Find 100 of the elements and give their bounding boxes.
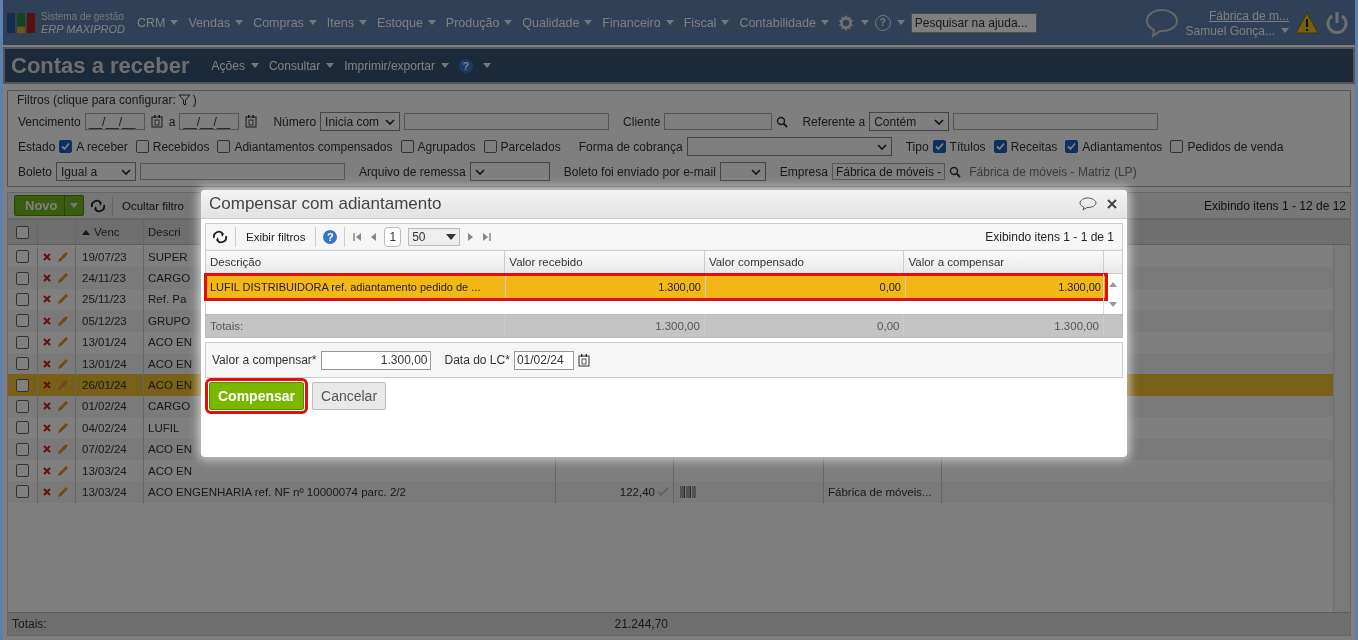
checkbox-label[interactable]: Parcelados [500,139,561,154]
delete-icon[interactable] [43,402,51,411]
delete-icon[interactable] [43,466,51,475]
checkbox-label[interactable]: Pedidos de venda [1187,139,1284,154]
checkbox-label[interactable]: Adiantamentos [1082,139,1163,154]
pencil-icon[interactable] [56,399,70,414]
menu-item[interactable]: Compras [251,15,319,30]
page-number[interactable]: 1 [384,227,402,247]
row-checkbox[interactable] [16,399,29,413]
row-checkbox[interactable] [16,314,29,328]
delete-icon[interactable] [43,252,51,261]
date-field[interactable]: __/__/__ [84,113,145,130]
row-checkbox[interactable] [16,442,29,456]
pencil-icon[interactable] [56,292,70,307]
refresh-icon[interactable] [212,230,228,244]
checkbox-label[interactable]: Adiantamentos compensados [234,139,393,154]
help-icon[interactable]: ? [323,230,338,244]
row-checkbox[interactable] [16,464,29,478]
previous-page-icon[interactable] [369,232,378,242]
checkbox[interactable] [400,140,414,153]
action-menu[interactable]: Consultar [268,58,335,73]
page-size-select[interactable]: 50 [408,228,461,246]
caret-icon[interactable] [896,20,905,25]
checkbox[interactable] [1065,140,1079,153]
delete-icon[interactable] [43,316,51,325]
checkbox[interactable] [1170,140,1184,153]
search-icon[interactable] [949,165,962,178]
number-field[interactable] [404,113,610,130]
help-search-field[interactable]: Pesquisar na ajuda... [910,12,1037,33]
menu-item[interactable]: Estoque [374,15,438,30]
date-field[interactable]: __/__/__ [179,113,240,130]
pencil-icon[interactable] [56,249,70,264]
cancel-button[interactable]: Cancelar [312,382,387,410]
menu-item[interactable]: Itens [324,15,369,30]
menu-item[interactable]: Fiscal [681,15,732,30]
chat-icon[interactable] [1079,197,1097,211]
delete-icon[interactable] [43,423,51,432]
amount-field[interactable]: 1.300,00 [320,350,431,370]
delete-icon[interactable] [43,381,51,390]
checkbox[interactable] [135,140,149,153]
checkbox-label[interactable]: Receitas [1010,139,1058,154]
delete-icon[interactable] [43,488,51,496]
checkbox[interactable] [59,140,73,153]
warning-icon[interactable] [1295,11,1319,34]
caret-icon[interactable] [860,20,869,25]
calendar-icon[interactable] [577,353,590,367]
row-checkbox[interactable] [16,250,29,264]
delete-icon[interactable] [43,295,51,304]
barcode-icon[interactable] [680,486,696,498]
checkbox[interactable] [217,140,231,153]
emailed-select[interactable] [719,162,766,181]
user-menu[interactable]: Samuel Gonça... [1185,23,1289,38]
action-menu[interactable]: Ações [211,58,259,73]
settings-icon[interactable] [836,13,855,32]
row-checkbox[interactable] [16,485,29,499]
search-icon[interactable] [776,115,789,128]
menu-item[interactable]: Vendas [186,15,246,30]
operator-select[interactable]: Igual a [56,162,137,181]
row-checkbox[interactable] [16,378,29,392]
funnel-icon[interactable] [177,94,191,106]
checkbox-label[interactable]: Títulos [949,139,986,154]
pencil-icon[interactable] [56,335,70,350]
company-field[interactable]: Fábrica de móveis - [831,163,946,180]
scrollbar[interactable] [1333,245,1350,612]
row-checkbox[interactable] [16,271,29,285]
column-header[interactable]: Descri [148,226,181,238]
row-checkbox[interactable] [16,421,29,435]
column-header[interactable]: Venc [94,226,120,238]
pencil-icon[interactable] [56,356,70,371]
checkbox[interactable] [483,140,497,153]
row-checkbox[interactable] [16,292,29,306]
delete-icon[interactable] [43,359,51,368]
operator-select[interactable]: Contém [869,112,950,131]
reference-field[interactable] [953,113,1159,130]
checkbox[interactable] [932,140,946,153]
row-checkbox[interactable] [16,357,29,371]
caret-icon[interactable] [482,63,491,68]
pencil-icon[interactable] [56,420,70,435]
delete-icon[interactable] [43,338,51,347]
show-filters-button[interactable]: Exibir filtros [243,231,309,243]
checkbox-label[interactable]: Agrupados [417,139,476,154]
menu-item[interactable]: Contabilidade [737,15,831,30]
pencil-icon[interactable] [56,442,70,457]
help-icon[interactable]: ? [458,58,473,73]
client-field[interactable] [664,113,773,130]
pencil-icon[interactable] [56,463,70,478]
row-checkbox[interactable] [16,335,29,349]
action-menu[interactable]: Imprimir/exportar [344,58,449,73]
remittance-select[interactable] [469,162,550,181]
last-page-icon[interactable] [482,232,493,242]
select-all-checkbox[interactable] [16,225,29,239]
sort-icon[interactable] [82,229,90,235]
menu-item[interactable]: CRM [134,15,181,30]
scroll-down-icon[interactable] [1109,301,1117,307]
menu-item[interactable]: Produção [443,15,515,30]
pencil-icon[interactable] [56,271,70,286]
power-icon[interactable] [1325,10,1349,35]
operator-select[interactable]: Inicia com [320,112,401,131]
pencil-icon[interactable] [56,313,70,328]
billing-select[interactable] [686,137,892,156]
